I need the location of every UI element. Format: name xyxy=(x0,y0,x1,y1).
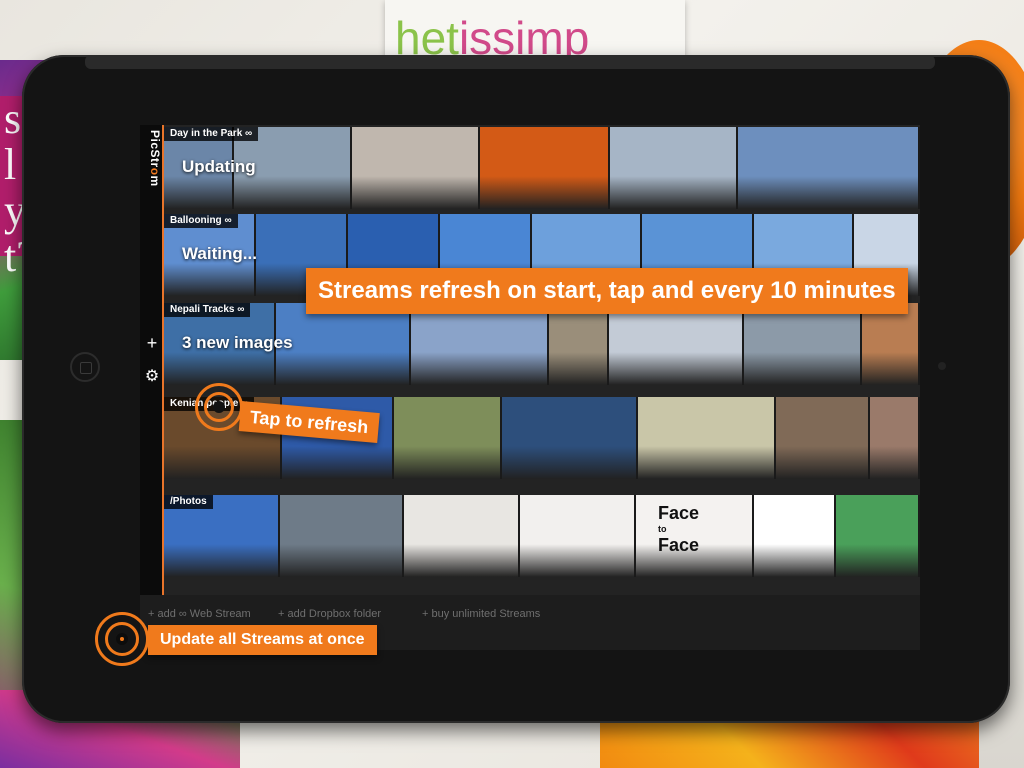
photo-thumbnail[interactable] xyxy=(394,397,502,479)
stream-row[interactable]: /Photos xyxy=(164,495,920,577)
stream-row[interactable]: Nepali Tracks ∞ 3 new images xyxy=(164,303,920,385)
callout-update-all: Update all Streams at once xyxy=(148,625,377,655)
photo-thumbnail[interactable] xyxy=(738,127,920,209)
buy-unlimited-streams-link[interactable]: + buy unlimited Streams xyxy=(422,608,540,620)
photo-thumbnail[interactable] xyxy=(404,495,520,577)
logo-accent-o: o xyxy=(148,167,162,176)
stream-label[interactable]: Nepali Tracks ∞ xyxy=(164,303,251,317)
stream-status: Updating xyxy=(182,157,256,176)
add-dropbox-folder-link[interactable]: + add Dropbox folder xyxy=(278,608,381,620)
stream-status: 3 new images xyxy=(182,333,293,352)
stream-label[interactable]: Ballooning ∞ xyxy=(164,214,238,228)
app-logo: PicStrom xyxy=(142,130,162,200)
home-button[interactable] xyxy=(70,352,100,382)
photo-thumbnail[interactable] xyxy=(609,303,744,385)
callout-refresh-info: Streams refresh on start, tap and every … xyxy=(306,268,908,314)
photo-thumbnail[interactable] xyxy=(776,397,870,479)
desk-card-text-a: het xyxy=(395,12,459,60)
stream-label[interactable]: Day in the Park ∞ xyxy=(164,127,259,141)
face-to-face-card: Face to Face xyxy=(658,503,699,555)
face-card-line3: Face xyxy=(658,535,700,555)
photo-thumbnail[interactable] xyxy=(744,303,862,385)
photo-thumbnail[interactable] xyxy=(502,397,638,479)
photo-thumbnail[interactable] xyxy=(862,303,920,385)
stream-photos xyxy=(164,127,920,209)
settings-gear-icon[interactable]: ⚙ xyxy=(140,367,164,387)
photo-thumbnail[interactable] xyxy=(638,397,776,479)
desk-card-text-b: issimp xyxy=(458,12,590,60)
tablet-top-edge xyxy=(85,55,935,69)
face-card-line1: Face xyxy=(658,503,700,523)
photo-thumbnail[interactable] xyxy=(280,495,404,577)
face-card-line2: to xyxy=(658,524,667,534)
logo-suffix: m xyxy=(148,175,162,187)
photo-thumbnail[interactable] xyxy=(610,127,738,209)
photo-thumbnail[interactable] xyxy=(754,495,836,577)
photo-thumbnail[interactable] xyxy=(549,303,609,385)
desk-card: hetissimp xyxy=(385,0,685,60)
logo-prefix: PicStr xyxy=(148,130,162,168)
stream-label[interactable]: /Photos xyxy=(164,495,213,509)
stream-photos xyxy=(164,495,920,577)
photo-thumbnail[interactable] xyxy=(870,397,920,479)
photo-thumbnail[interactable] xyxy=(836,495,920,577)
stream-status: Waiting... xyxy=(182,244,257,263)
add-web-stream-link[interactable]: + add ∞ Web Stream xyxy=(148,608,251,620)
photo-thumbnail[interactable] xyxy=(352,127,480,209)
photo-thumbnail[interactable] xyxy=(480,127,610,209)
photo-thumbnail[interactable] xyxy=(411,303,549,385)
photo-thumbnail[interactable] xyxy=(520,495,636,577)
app-screen: PicStrom + ⚙ Day in the Park ∞ Updating Ba… xyxy=(140,125,920,650)
sidebar xyxy=(140,125,164,650)
stream-row[interactable]: Day in the Park ∞ Updating xyxy=(164,127,920,209)
add-stream-icon[interactable]: + xyxy=(140,333,164,353)
photo-thumbnail[interactable] xyxy=(276,303,411,385)
update-all-button-center xyxy=(120,637,124,641)
camera-dot xyxy=(938,362,946,370)
tap-indicator-dot xyxy=(213,401,225,413)
